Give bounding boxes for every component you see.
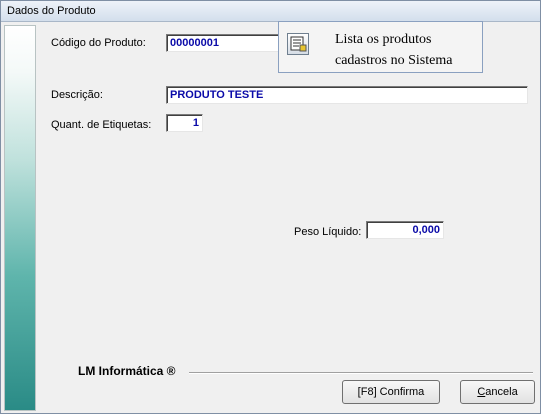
tooltip-line-2: cadastros no Sistema [335, 53, 453, 68]
product-list-icon[interactable] [287, 33, 309, 55]
label-quantity-field[interactable]: 1 [166, 114, 203, 132]
confirm-button[interactable]: [F8] Confirma [342, 380, 440, 404]
confirm-button-label: [F8] Confirma [357, 386, 425, 398]
description-label: Descrição: [51, 89, 103, 101]
net-weight-field[interactable]: 0,000 [366, 221, 444, 239]
decorative-sidebar [4, 25, 36, 411]
description-field[interactable]: PRODUTO TESTE [166, 86, 528, 104]
label-quantity-label: Quant. de Etiquetas: [51, 119, 152, 131]
product-code-label: Código do Produto: [51, 37, 146, 49]
tooltip-line-1: Lista os produtos [335, 32, 432, 47]
brand-label: LM Informática ® [78, 364, 176, 378]
window-titlebar[interactable]: Dados do Produto [1, 1, 540, 22]
product-code-field[interactable]: 00000001 [166, 34, 281, 52]
cancel-button-label: ancela [485, 386, 518, 398]
footer-divider [189, 372, 533, 374]
tooltip-text: Lista os produtos cadastros no Sistema [335, 29, 480, 71]
window-title: Dados do Produto [7, 5, 96, 17]
cancel-button[interactable]: Cancela [460, 380, 535, 404]
product-data-window: Dados do Produto Código do Produto: 0000… [0, 0, 541, 414]
product-list-tooltip[interactable]: Lista os produtos cadastros no Sistema [278, 21, 483, 73]
net-weight-label: Peso Líquido: [294, 226, 362, 238]
